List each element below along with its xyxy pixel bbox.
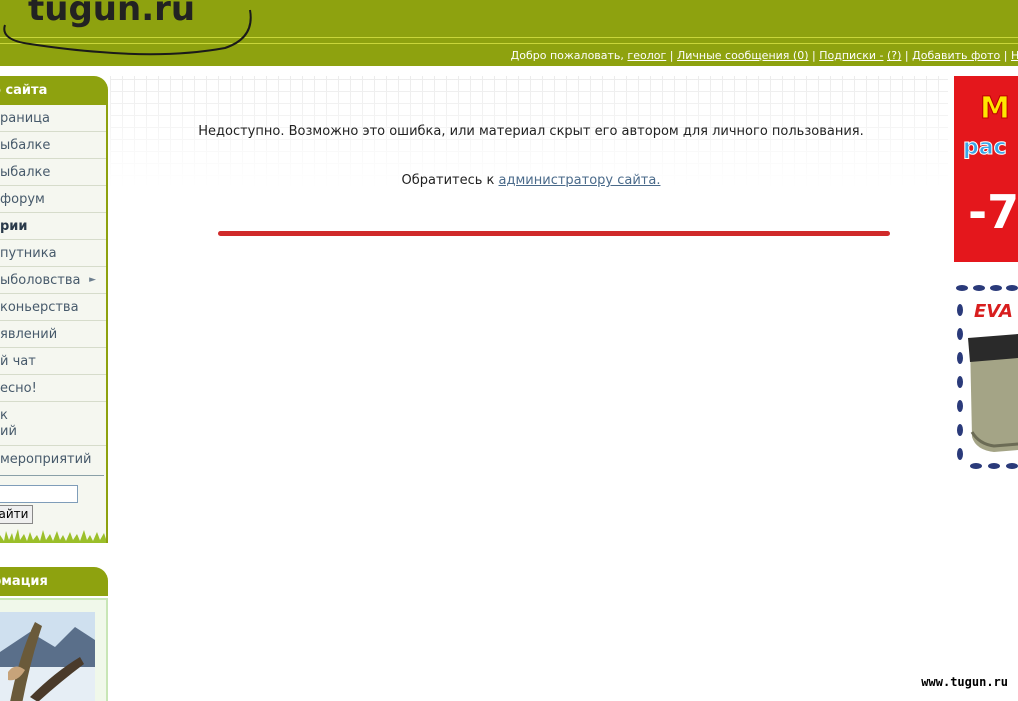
red-divider xyxy=(218,231,890,236)
info-box-header: рмация xyxy=(0,567,108,596)
left-sidebar: о сайта раница ыбалке ыбалке форум рии п… xyxy=(0,76,108,543)
ad2-brand-text: EVA xyxy=(974,301,1013,322)
page: tugun.ru Добро пожаловать, геолог | Личн… xyxy=(0,0,1018,701)
nav-separator: | xyxy=(812,49,816,62)
sidebar-item-fishing-types[interactable]: ыболовства ► xyxy=(0,267,106,294)
unavailable-message: Недоступно. Возможно это ошибка, или мат… xyxy=(198,124,864,139)
sidebar-item-interesting[interactable]: есно! xyxy=(0,375,106,402)
subscriptions-count-link[interactable]: (?) xyxy=(887,49,901,62)
subscriptions-link[interactable]: Подписки - xyxy=(819,49,883,62)
sidebar-item-fishing-1[interactable]: ыбалке xyxy=(0,132,106,159)
boots-banner-graphic: EVA xyxy=(954,282,1018,472)
sidebar-item-label: раница xyxy=(0,111,50,126)
sidebar-item-label: ыбалке xyxy=(0,165,51,180)
grass-decoration xyxy=(0,529,106,543)
admin-contact-link[interactable]: администратору сайта. xyxy=(499,173,661,188)
logo-text: tugun.ru xyxy=(28,0,195,29)
sidebar-item-companion[interactable]: путника xyxy=(0,240,106,267)
add-photo-link[interactable]: Добавить фото xyxy=(912,49,1000,62)
sidebar-item-label: рии xyxy=(0,219,28,234)
site-menu-title: о сайта xyxy=(0,83,48,98)
sidebar-item-announcements[interactable]: явлений xyxy=(0,321,106,348)
site-logo[interactable]: tugun.ru xyxy=(0,0,270,60)
sidebar-item-label: форум xyxy=(0,192,45,207)
sidebar-item-label: ий xyxy=(0,424,17,439)
sidebar-item-label: мероприятий xyxy=(0,452,92,467)
top-navigation: Добро пожаловать, геолог | Личные сообще… xyxy=(511,49,1018,62)
next-nav-link[interactable]: Но xyxy=(1011,49,1018,62)
sidebar-item-home[interactable]: раница xyxy=(0,105,106,132)
chevron-right-icon: ► xyxy=(89,275,96,285)
info-box-title: рмация xyxy=(0,574,48,589)
site-header: tugun.ru Добро пожаловать, геолог | Личн… xyxy=(0,0,1018,66)
ad1-text-top: М xyxy=(980,91,1010,126)
ad-banner-boots[interactable]: EVA xyxy=(954,282,1018,472)
divider xyxy=(0,475,104,476)
sidebar-item-label: ыболовства xyxy=(0,273,81,288)
site-menu: раница ыбалке ыбалке форум рии путника ы… xyxy=(0,105,108,473)
sidebar-item-events[interactable]: мероприятий xyxy=(0,446,106,473)
sidebar-item-label: коньерства xyxy=(0,300,79,315)
sidebar-item-forum[interactable]: форум xyxy=(0,186,106,213)
sidebar-item-label: к xyxy=(0,408,8,423)
sale-banner-graphic: М рас -7 xyxy=(954,76,1018,262)
info-photo[interactable] xyxy=(0,612,95,701)
messages-link[interactable]: Личные сообщения (0) xyxy=(677,49,809,62)
info-box-header-wrap: рмация xyxy=(0,567,108,596)
sidebar-search: айти xyxy=(0,473,108,543)
sidebar-item-galleries[interactable]: рии xyxy=(0,213,106,240)
sidebar-item-chat[interactable]: й чат xyxy=(0,348,106,375)
username-link[interactable]: геолог xyxy=(627,49,666,62)
sidebar-item-calendar[interactable]: к ий xyxy=(0,402,106,446)
sidebar-item-fishing-2[interactable]: ыбалке xyxy=(0,159,106,186)
sidebar-item-label: путника xyxy=(0,246,57,261)
nav-separator: | xyxy=(904,49,909,62)
footer-brand: www.tugun.ru xyxy=(921,675,1008,689)
ad1-text-mid: рас xyxy=(963,135,1007,160)
sidebar-item-label: ыбалке xyxy=(0,138,51,153)
nav-separator: | xyxy=(669,49,674,62)
sidebar-item-hunting[interactable]: коньерства xyxy=(0,294,106,321)
search-input[interactable] xyxy=(0,485,78,503)
nav-separator: | xyxy=(1003,49,1008,62)
sidebar-item-label: есно! xyxy=(0,381,37,396)
contact-prefix: Обратитесь к xyxy=(401,173,495,188)
ad-banner-sale[interactable]: М рас -7 xyxy=(954,76,1018,262)
ad1-text-big: -7 xyxy=(968,185,1018,239)
info-box xyxy=(0,598,108,701)
site-menu-header: о сайта xyxy=(0,76,108,105)
welcome-text: Добро пожаловать, xyxy=(510,49,624,62)
sidebar-item-label: явлений xyxy=(0,327,58,342)
contact-admin-line: Обратитесь к администратору сайта. xyxy=(110,173,952,188)
sidebar-item-label: й чат xyxy=(0,354,36,369)
